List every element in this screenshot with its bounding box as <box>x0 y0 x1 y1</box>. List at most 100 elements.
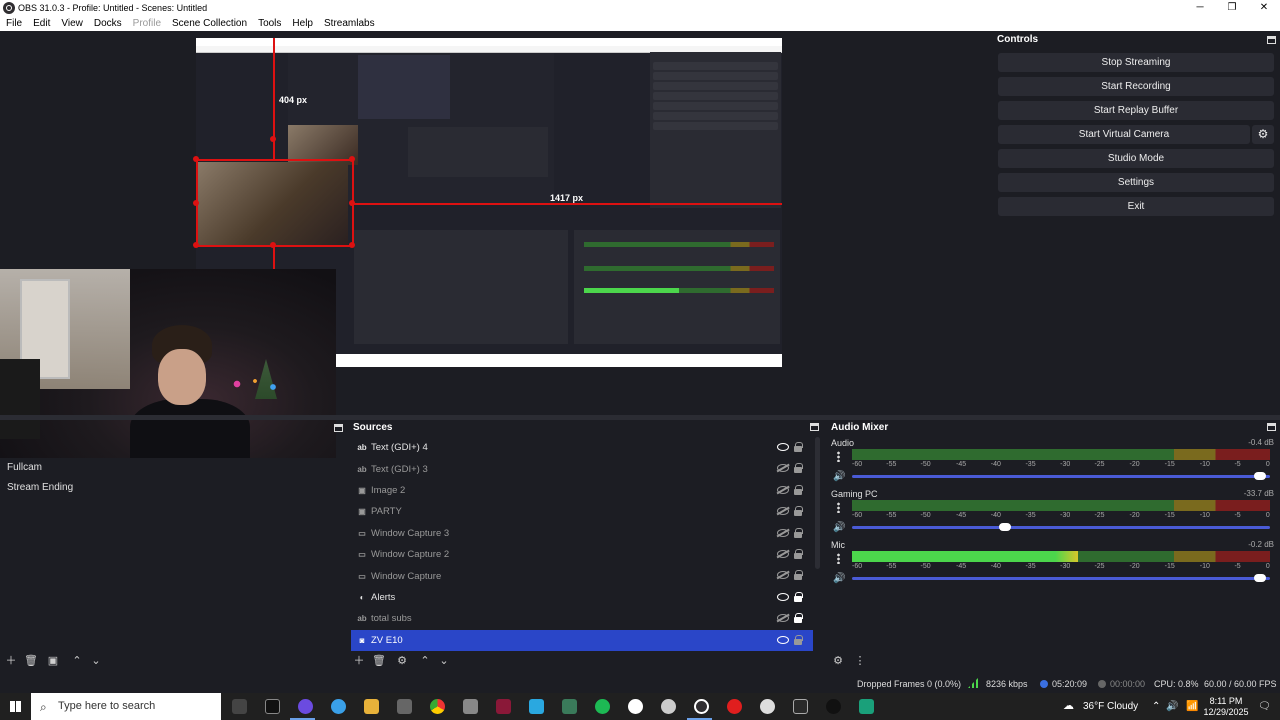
tray-chevron-icon[interactable]: ⌃ <box>1152 693 1160 720</box>
menu-profile[interactable]: Profile <box>127 18 166 29</box>
eye-icon[interactable] <box>777 592 789 601</box>
mixer-menu-icon[interactable]: ⋮ <box>852 652 868 668</box>
resize-handle[interactable] <box>193 242 199 248</box>
move-down-icon[interactable]: ⌄ <box>88 652 104 668</box>
resize-handle[interactable] <box>349 242 355 248</box>
slider-knob[interactable] <box>1253 472 1266 480</box>
menu-streamlabs[interactable]: Streamlabs <box>318 18 380 29</box>
app-icon[interactable] <box>760 699 775 714</box>
speaker-icon[interactable]: 🔊 <box>833 573 845 584</box>
resize-handle[interactable] <box>193 156 199 162</box>
source-item[interactable]: ab Text (GDI+) 3 <box>351 458 813 479</box>
app-icon[interactable] <box>463 699 478 714</box>
source-item[interactable]: ▣ PARTY <box>351 501 813 522</box>
volume-slider[interactable] <box>852 574 1270 582</box>
opera-icon[interactable] <box>727 699 742 714</box>
windows-start-icon[interactable] <box>10 701 21 712</box>
app-icon[interactable] <box>496 699 511 714</box>
sources-scrollbar[interactable] <box>815 437 820 569</box>
resize-handle[interactable] <box>270 136 276 142</box>
scene-item[interactable]: Stream Ending <box>0 478 346 498</box>
eye-icon[interactable] <box>777 635 789 644</box>
virtual-camera-settings-icon[interactable]: ⚙ <box>1252 125 1274 144</box>
menu-tools[interactable]: Tools <box>252 18 286 29</box>
resize-handle[interactable] <box>349 156 355 162</box>
float-dock-icon[interactable] <box>1267 423 1276 431</box>
taskbar-date[interactable]: 12/29/2025 <box>1202 707 1250 720</box>
stop-streaming-button[interactable]: Stop Streaming <box>998 53 1274 72</box>
lock-icon[interactable] <box>794 613 803 624</box>
source-item[interactable]: ▭ Window Capture 2 <box>351 544 813 565</box>
volume-icon[interactable]: 🔊 <box>1166 693 1178 720</box>
menu-help[interactable]: Help <box>286 18 318 29</box>
maximize-button[interactable]: ❐ <box>1216 0 1248 15</box>
menu-view[interactable]: View <box>55 18 88 29</box>
remove-scene-icon[interactable]: 🗑 <box>23 652 39 668</box>
source-item[interactable]: ▭ Window Capture <box>351 565 813 586</box>
slider-knob[interactable] <box>1253 574 1266 582</box>
eye-hidden-icon[interactable] <box>777 464 789 473</box>
eye-hidden-icon[interactable] <box>777 485 789 494</box>
app-icon[interactable] <box>859 699 874 714</box>
start-virtual-camera-button[interactable]: Start Virtual Camera <box>998 125 1250 144</box>
file-explorer-icon[interactable] <box>364 699 379 714</box>
float-dock-icon[interactable] <box>810 423 819 431</box>
move-up-icon[interactable]: ⌃ <box>69 652 85 668</box>
eye-icon[interactable] <box>777 443 789 451</box>
app-icon[interactable] <box>661 699 676 714</box>
unlock-icon[interactable] <box>794 548 803 559</box>
exit-button[interactable]: Exit <box>998 197 1274 216</box>
app-icon[interactable] <box>397 699 412 714</box>
menu-docks[interactable]: Docks <box>88 18 127 29</box>
unlock-icon[interactable] <box>794 463 803 474</box>
speaker-icon[interactable]: 🔊 <box>833 471 845 482</box>
source-item[interactable]: ▣ Image 2 <box>351 480 813 501</box>
volume-slider[interactable] <box>852 523 1270 531</box>
spotify-icon[interactable] <box>595 699 610 714</box>
lock-icon[interactable] <box>794 591 803 602</box>
source-item[interactable]: ◙ ZV E10 <box>351 629 813 651</box>
speaker-icon[interactable]: 🔊 <box>833 522 845 533</box>
clock-app-icon[interactable] <box>628 699 643 714</box>
eye-hidden-icon[interactable] <box>777 528 789 537</box>
source-item[interactable]: ab Text (GDI+) 4 <box>351 437 813 458</box>
scene-filters-icon[interactable]: ▣ <box>45 652 61 668</box>
remove-source-icon[interactable]: 🗑 <box>371 652 387 668</box>
obs-icon[interactable] <box>694 699 709 714</box>
network-icon[interactable]: 📶 <box>1186 693 1198 720</box>
taskbar-search-input[interactable]: Type here to search <box>31 693 221 720</box>
move-up-icon[interactable]: ⌃ <box>417 652 433 668</box>
move-down-icon[interactable]: ⌄ <box>436 652 452 668</box>
copilot-icon[interactable] <box>331 699 346 714</box>
start-replay-buffer-button[interactable]: Start Replay Buffer <box>998 101 1274 120</box>
unlock-icon[interactable] <box>794 570 803 581</box>
add-source-icon[interactable]: ＋ <box>351 652 367 668</box>
menu-edit[interactable]: Edit <box>27 18 55 29</box>
app-icon[interactable] <box>826 699 841 714</box>
eye-hidden-icon[interactable] <box>777 614 789 623</box>
source-properties-icon[interactable]: ⚙ <box>394 652 410 668</box>
chrome-icon[interactable] <box>430 699 445 714</box>
webcam-source[interactable] <box>0 269 336 458</box>
unlock-icon[interactable] <box>794 634 803 645</box>
float-dock-icon[interactable] <box>1267 36 1276 44</box>
source-item[interactable]: ▭ Window Capture 3 <box>351 523 813 544</box>
source-item[interactable]: ◐ Alerts <box>351 587 813 608</box>
channel-menu-icon[interactable] <box>837 502 840 513</box>
resize-handle[interactable] <box>193 200 199 206</box>
resize-handle[interactable] <box>349 200 355 206</box>
add-scene-icon[interactable]: ＋ <box>3 652 19 668</box>
app-icon[interactable] <box>298 699 313 714</box>
menu-file[interactable]: File <box>0 18 27 29</box>
task-view-icon[interactable] <box>232 699 247 714</box>
source-item[interactable]: ab total subs <box>351 608 813 629</box>
notifications-icon[interactable]: 🗨 <box>1258 693 1271 720</box>
close-button[interactable]: ✕ <box>1248 0 1280 15</box>
unlock-icon[interactable] <box>794 442 803 452</box>
resize-handle[interactable] <box>270 242 276 248</box>
channel-menu-icon[interactable] <box>837 553 840 564</box>
float-dock-icon[interactable] <box>334 424 343 432</box>
start-recording-button[interactable]: Start Recording <box>998 77 1274 96</box>
app-icon[interactable] <box>562 699 577 714</box>
unlock-icon[interactable] <box>794 506 803 517</box>
